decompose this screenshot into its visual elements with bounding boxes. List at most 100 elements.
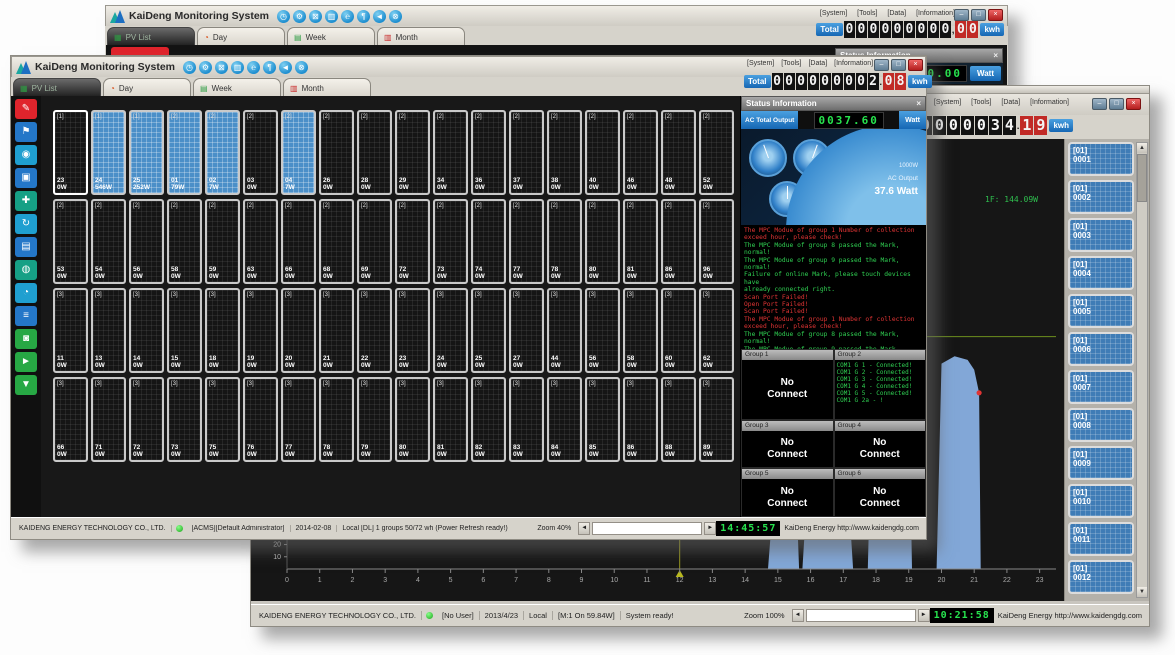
tab-day[interactable]: ◔Day	[103, 78, 191, 97]
vendor-link[interactable]: KaiDeng Energy http://www.kaidengdg.com	[994, 611, 1146, 620]
pv-tile[interactable]: [3]81 0W	[433, 377, 468, 462]
tab-month[interactable]: ▥Month	[283, 78, 371, 97]
settings-icon[interactable]: ⚙	[293, 10, 306, 23]
flag-icon[interactable]: ⚑	[15, 122, 37, 142]
clock-icon[interactable]: ◷	[183, 61, 196, 74]
watt-unit-button[interactable]: Watt	[899, 111, 926, 129]
pv-tile[interactable]: [3]18 0W	[205, 288, 240, 373]
pin-icon[interactable]: ¶	[263, 61, 276, 74]
pv-tile[interactable]: [3]76 0W	[243, 377, 278, 462]
menu-information[interactable]: [Information]	[1030, 99, 1069, 106]
tab-week[interactable]: ▤Week	[193, 78, 281, 97]
save-icon[interactable]: ▼	[15, 375, 37, 395]
back-icon[interactable]: ◄	[279, 61, 292, 74]
pv-tile[interactable]: [3]19 0W	[243, 288, 278, 373]
settings-icon[interactable]: ⚙	[199, 61, 212, 74]
pv-tile[interactable]: [3]25 0W	[471, 288, 506, 373]
device-tile[interactable]: [01]0012	[1068, 560, 1134, 594]
menu-information[interactable]: [Information]	[916, 10, 955, 17]
menu-system[interactable]: [System]	[820, 10, 847, 17]
pv-tile[interactable]: [3]60 0W	[661, 288, 696, 373]
maximize-button[interactable]: □	[891, 59, 906, 71]
pv-tile[interactable]: [2]48 0W	[661, 110, 696, 195]
layers-icon[interactable]: ≡	[15, 306, 37, 326]
close-icon[interactable]: ×	[993, 51, 998, 60]
pv-tile[interactable]: [2]53 0W	[53, 199, 88, 284]
pv-tile[interactable]: [3]20 0W	[281, 288, 316, 373]
pv-tile[interactable]: [2]28 0W	[357, 110, 392, 195]
globe-icon[interactable]: ◍	[15, 260, 37, 280]
pv-tile[interactable]: [3]83 0W	[509, 377, 544, 462]
pv-tile[interactable]: [2]58 0W	[167, 199, 202, 284]
pv-tile[interactable]: [3]56 0W	[585, 288, 620, 373]
menu-tools[interactable]: [Tools]	[781, 60, 801, 67]
pv-tile[interactable]: [3]88 0W	[661, 377, 696, 462]
zoom-slider[interactable]	[806, 609, 916, 622]
pv-tile[interactable]: [3]21 0W	[319, 288, 354, 373]
menu-data[interactable]: [Data]	[808, 60, 827, 67]
device-tile[interactable]: [01]0004	[1068, 256, 1134, 290]
device-tile[interactable]: [01]0003	[1068, 218, 1134, 252]
group-cell[interactable]: Group 5No Connect	[742, 469, 833, 516]
close-icon[interactable]: ×	[916, 99, 921, 108]
help-icon[interactable]: ⊗	[295, 61, 308, 74]
pv-tile[interactable]: [3]14 0W	[129, 288, 164, 373]
minimize-button[interactable]: –	[1092, 98, 1107, 110]
pv-tile[interactable]: [3]89 0W	[699, 377, 734, 462]
pv-tile[interactable]: [3]62 0W	[699, 288, 734, 373]
tab-pv-list[interactable]: ▦PV List	[13, 78, 101, 97]
book-icon[interactable]: ▤	[15, 237, 37, 257]
close-button[interactable]: ×	[988, 9, 1003, 21]
pv-tile[interactable]: [2]34 0W	[433, 110, 468, 195]
pv-tile[interactable]: [2]77 0W	[509, 199, 544, 284]
device-tile[interactable]: [01]0008	[1068, 408, 1134, 442]
pv-tile[interactable]: [3]27 0W	[509, 288, 544, 373]
pv-tile[interactable]: [2]46 0W	[623, 110, 658, 195]
pv-tile[interactable]: [2]36 0W	[471, 110, 506, 195]
tab-day[interactable]: ◔Day	[197, 27, 285, 46]
pv-tile[interactable]: [2]59 0W	[205, 199, 240, 284]
pv-tile[interactable]: [3]22 0W	[357, 288, 392, 373]
pie-chart-icon[interactable]: ◔	[15, 283, 37, 303]
layout-icon[interactable]: ▥	[325, 10, 338, 23]
pv-tile[interactable]: [3]71 0W	[91, 377, 126, 462]
pen-icon[interactable]: ✎	[15, 99, 37, 119]
group-cell[interactable]: Group 2COM1 G 1 - Connected!COM1 G 2 - C…	[835, 350, 926, 419]
scroll-up-icon[interactable]: ▲	[1137, 143, 1147, 153]
device-tile[interactable]: [01]0010	[1068, 484, 1134, 518]
camera-icon[interactable]: ◙	[15, 329, 37, 349]
pv-tile[interactable]: [2]81 0W	[623, 199, 658, 284]
pv-tile[interactable]: [3]75 0W	[205, 377, 240, 462]
device-tile[interactable]: [01]0005	[1068, 294, 1134, 328]
pv-tile[interactable]: [3]85 0W	[585, 377, 620, 462]
pv-tile[interactable]: [2]74 0W	[471, 199, 506, 284]
menu-information[interactable]: [Information]	[834, 60, 873, 67]
power-icon[interactable]: ◉	[15, 145, 37, 165]
minimize-button[interactable]: –	[954, 9, 969, 21]
menu-system[interactable]: [System]	[934, 99, 961, 106]
pv-tile[interactable]: [2]78 0W	[547, 199, 582, 284]
pv-tile[interactable]: [1]23 0W	[53, 110, 88, 195]
group-cell[interactable]: Group 1No Connect	[742, 350, 833, 419]
pv-tile[interactable]: [3]77 0W	[281, 377, 316, 462]
pv-tile[interactable]: [3]72 0W	[129, 377, 164, 462]
pv-tile[interactable]: [1]24 546W	[91, 110, 126, 195]
pin-icon[interactable]: ¶	[357, 10, 370, 23]
pv-tile[interactable]: [3]11 0W	[53, 288, 88, 373]
pv-tile[interactable]: [2]56 0W	[129, 199, 164, 284]
close-button[interactable]: ×	[1126, 98, 1141, 110]
pv-tile[interactable]: [3]84 0W	[547, 377, 582, 462]
watt-unit-button[interactable]: Watt	[970, 66, 1001, 81]
pv-tile[interactable]: [2]63 0W	[243, 199, 278, 284]
pv-tile[interactable]: [2]37 0W	[509, 110, 544, 195]
pv-tile[interactable]: [2]54 0W	[91, 199, 126, 284]
tab-week[interactable]: ▤Week	[287, 27, 375, 46]
pv-tile[interactable]: [3]58 0W	[623, 288, 658, 373]
zoom-slider[interactable]	[592, 522, 702, 535]
menu-system[interactable]: [System]	[747, 60, 774, 67]
maximize-button[interactable]: □	[1109, 98, 1124, 110]
shield-icon[interactable]: ✚	[15, 191, 37, 211]
pv-tile[interactable]: [3]66 0W	[53, 377, 88, 462]
refresh-icon[interactable]: ↻	[15, 214, 37, 234]
pv-tile[interactable]: [3]23 0W	[395, 288, 430, 373]
